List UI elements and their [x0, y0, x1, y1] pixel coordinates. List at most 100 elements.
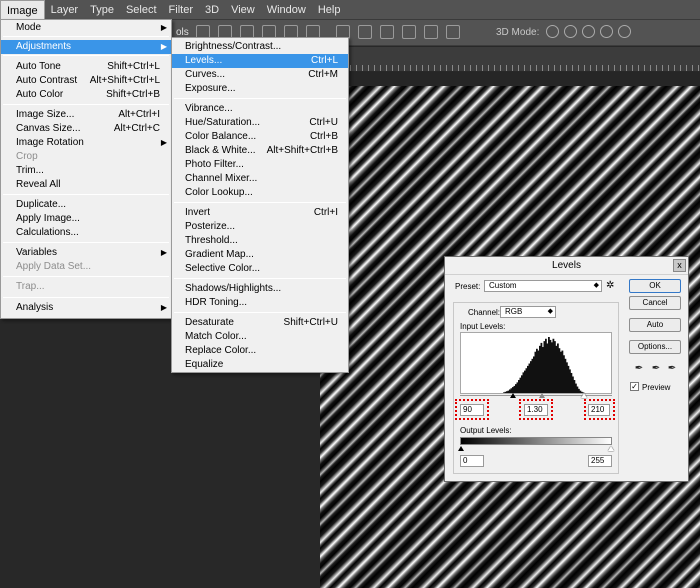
- menu-view[interactable]: View: [225, 0, 261, 20]
- input-black-slider-handle[interactable]: [510, 393, 516, 398]
- adjustments-item-curves[interactable]: Curves... Ctrl+M: [172, 68, 348, 82]
- menu-filter[interactable]: Filter: [163, 0, 199, 20]
- adjustments-item-channel-mixer[interactable]: Channel Mixer...: [172, 172, 348, 186]
- distribute-center-icon[interactable]: [424, 25, 438, 39]
- cancel-button[interactable]: Cancel: [629, 296, 681, 310]
- distribute-middle-icon[interactable]: [358, 25, 372, 39]
- ok-button[interactable]: OK: [629, 279, 681, 293]
- menu-item-shortcut: Ctrl+U: [309, 117, 338, 128]
- distribute-right-icon[interactable]: [446, 25, 460, 39]
- image-menu-item-auto-tone[interactable]: Auto Tone Shift+Ctrl+L: [1, 60, 171, 74]
- gray-point-eyedropper-icon[interactable]: ✒: [651, 363, 661, 374]
- menu-item-label: Exposure...: [185, 83, 236, 94]
- image-menu-item-apply-image[interactable]: Apply Image...: [1, 212, 171, 226]
- gear-icon[interactable]: ✲: [606, 280, 614, 291]
- output-white-field[interactable]: 255: [588, 455, 612, 467]
- 3d-roll-icon[interactable]: [564, 25, 577, 38]
- image-menu-item-canvas-size[interactable]: Canvas Size... Alt+Ctrl+C: [1, 122, 171, 136]
- menu-item-label: Apply Data Set...: [16, 261, 92, 272]
- image-menu-item-crop: Crop: [1, 150, 171, 164]
- image-menu-item-image-rotation[interactable]: Image Rotation ▶: [1, 136, 171, 150]
- menu-item-shortcut: Ctrl+I: [313, 207, 338, 218]
- output-levels-label: Output Levels:: [460, 426, 512, 435]
- menu-select[interactable]: Select: [120, 0, 163, 20]
- adjustments-item-color-balance[interactable]: Color Balance... Ctrl+B: [172, 130, 348, 144]
- preset-dropdown[interactable]: Custom ◆: [484, 280, 602, 292]
- adjustments-item-invert[interactable]: Invert Ctrl+I: [172, 206, 348, 220]
- image-menu-item-reveal-all[interactable]: Reveal All: [1, 178, 171, 192]
- adjustments-item-exposure[interactable]: Exposure...: [172, 82, 348, 96]
- output-black-field[interactable]: 0: [460, 455, 484, 467]
- menu-window[interactable]: Window: [261, 0, 312, 20]
- options-button[interactable]: Options...: [629, 340, 681, 354]
- image-menu-item-duplicate[interactable]: Duplicate...: [1, 198, 171, 212]
- menu-3d[interactable]: 3D: [199, 0, 225, 20]
- input-white-slider-handle[interactable]: [581, 393, 587, 398]
- adjustments-item-levels[interactable]: Levels... Ctrl+L: [172, 54, 348, 68]
- 3d-rotate-icon[interactable]: [546, 25, 559, 38]
- menu-item-label: Selective Color...: [185, 263, 261, 274]
- chevron-down-icon: ◆: [547, 308, 553, 315]
- submenu-arrow-icon: ▶: [160, 23, 167, 32]
- output-black-slider-handle[interactable]: [458, 446, 464, 451]
- image-menu-item-analysis[interactable]: Analysis ▶: [1, 301, 171, 315]
- auto-button[interactable]: Auto: [629, 318, 681, 332]
- image-menu-item-auto-contrast[interactable]: Auto Contrast Alt+Shift+Ctrl+L: [1, 74, 171, 88]
- menu-separator: [3, 104, 169, 105]
- adjustments-item-selective-color[interactable]: Selective Color...: [172, 262, 348, 276]
- adjustments-item-hue-saturation[interactable]: Hue/Saturation... Ctrl+U: [172, 116, 348, 130]
- image-menu-item-adjustments[interactable]: Adjustments ▶: [1, 40, 171, 54]
- 3d-slide-icon[interactable]: [600, 25, 613, 38]
- adjustments-item-shadows-highlights[interactable]: Shadows/Highlights...: [172, 282, 348, 296]
- white-point-eyedropper-icon[interactable]: ✒: [667, 363, 677, 374]
- image-menu-item-image-size[interactable]: Image Size... Alt+Ctrl+I: [1, 108, 171, 122]
- adjustments-item-threshold[interactable]: Threshold...: [172, 234, 348, 248]
- menu-item-label: Crop: [16, 151, 38, 162]
- adjustments-item-brightness-contrast[interactable]: Brightness/Contrast...: [172, 40, 348, 54]
- channel-dropdown[interactable]: RGB ◆: [500, 306, 556, 318]
- menu-help[interactable]: Help: [312, 0, 347, 20]
- image-menu-item-mode[interactable]: Mode ▶: [1, 21, 171, 35]
- image-menu-item-auto-color[interactable]: Auto Color Shift+Ctrl+B: [1, 88, 171, 102]
- menu-item-label: Channel Mixer...: [185, 173, 258, 184]
- menu-type[interactable]: Type: [84, 0, 120, 20]
- adjustments-item-match-color[interactable]: Match Color...: [172, 330, 348, 344]
- menu-item-shortcut: Shift+Ctrl+L: [107, 61, 160, 72]
- adjustments-item-hdr-toning[interactable]: HDR Toning...: [172, 296, 348, 310]
- menu-item-label: Reveal All: [16, 179, 61, 190]
- adjustments-item-replace-color[interactable]: Replace Color...: [172, 344, 348, 358]
- menu-image[interactable]: Image: [0, 0, 45, 20]
- adjustments-item-vibrance[interactable]: Vibrance...: [172, 102, 348, 116]
- image-menu-item-trim[interactable]: Trim...: [1, 164, 171, 178]
- menu-item-label: Shadows/Highlights...: [185, 283, 282, 294]
- menu-item-label: Curves...: [185, 69, 226, 80]
- menu-item-label: Replace Color...: [185, 345, 257, 356]
- adjustments-item-posterize[interactable]: Posterize...: [172, 220, 348, 234]
- menu-item-label: Auto Tone: [16, 61, 61, 72]
- adjustments-item-color-lookup[interactable]: Color Lookup...: [172, 186, 348, 200]
- adjustments-item-black-white[interactable]: Black & White... Alt+Shift+Ctrl+B: [172, 144, 348, 158]
- close-button[interactable]: x: [673, 259, 686, 272]
- histogram: [460, 332, 612, 394]
- distribute-left-icon[interactable]: [402, 25, 416, 39]
- levels-dialog-title-bar[interactable]: Levels x: [445, 257, 688, 275]
- adjustments-item-equalize[interactable]: Equalize: [172, 358, 348, 372]
- distribute-bottom-icon[interactable]: [380, 25, 394, 39]
- image-menu-item-calculations[interactable]: Calculations...: [1, 226, 171, 240]
- menu-layer[interactable]: Layer: [45, 0, 85, 20]
- output-white-slider-handle[interactable]: [608, 446, 614, 451]
- input-gamma-slider-handle[interactable]: [539, 393, 545, 398]
- menu-item-label: Auto Contrast: [16, 75, 78, 86]
- adjustments-item-photo-filter[interactable]: Photo Filter...: [172, 158, 348, 172]
- adjustments-item-gradient-map[interactable]: Gradient Map...: [172, 248, 348, 262]
- black-point-eyedropper-icon[interactable]: ✒: [634, 363, 644, 374]
- menu-item-label: Equalize: [185, 359, 224, 370]
- 3d-scale-icon[interactable]: [618, 25, 631, 38]
- menu-item-label: Variables: [16, 247, 57, 258]
- 3d-pan-icon[interactable]: [582, 25, 595, 38]
- preview-checkbox[interactable]: ✓: [630, 382, 639, 391]
- output-gradient-bar: [460, 437, 612, 445]
- image-menu-item-variables[interactable]: Variables ▶: [1, 246, 171, 260]
- adjustments-item-desaturate[interactable]: Desaturate Shift+Ctrl+U: [172, 316, 348, 330]
- menu-item-label: Black & White...: [185, 145, 256, 156]
